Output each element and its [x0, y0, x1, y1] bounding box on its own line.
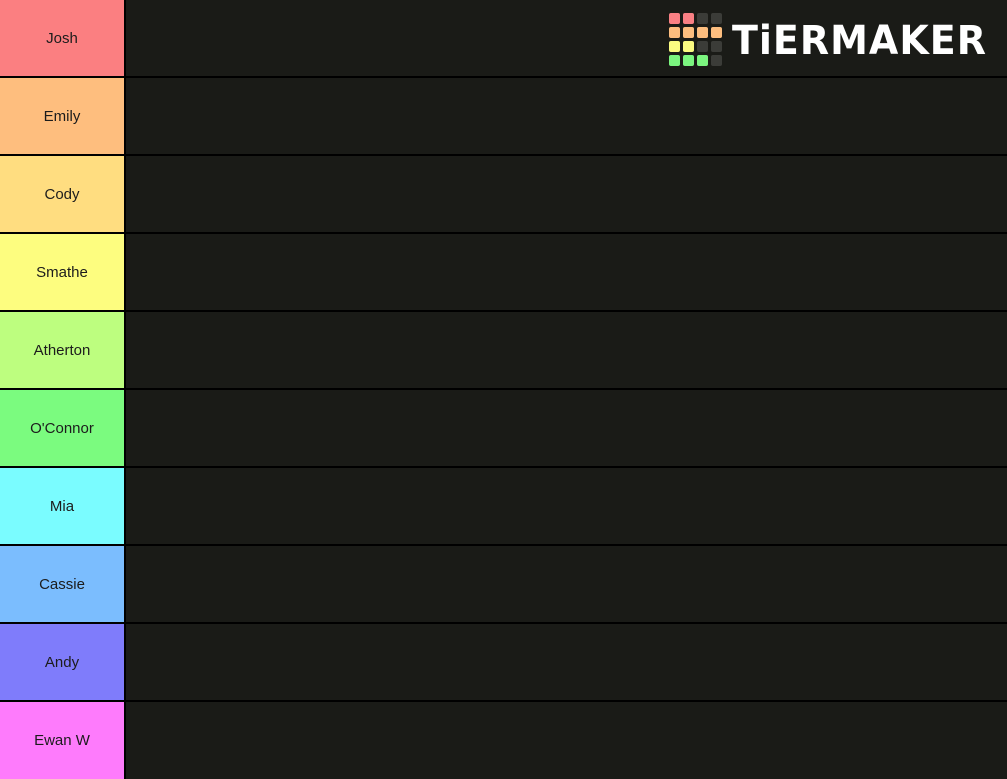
tier-dropzone-7[interactable]: [126, 546, 1007, 622]
tier-dropzone-3[interactable]: [126, 234, 1007, 310]
tier-dropzone-6[interactable]: [126, 468, 1007, 544]
logo-cell: [710, 27, 722, 38]
logo-cell: [710, 41, 722, 52]
tier-label-7[interactable]: Cassie: [0, 546, 126, 622]
tier-label-4[interactable]: Atherton: [0, 312, 126, 388]
logo-cell: [710, 13, 722, 24]
tier-dropzone-4[interactable]: [126, 312, 1007, 388]
tier-dropzone-1[interactable]: [126, 78, 1007, 154]
tier-label-0[interactable]: Josh: [0, 0, 126, 76]
tier-label-9[interactable]: Ewan W: [0, 702, 126, 779]
logo-cell: [668, 13, 680, 24]
logo-cell: [682, 13, 694, 24]
tier-row: Andy: [0, 624, 1007, 702]
tier-row: Josh TiERMAKER: [0, 0, 1007, 78]
tier-row: Smathe: [0, 234, 1007, 312]
tier-dropzone-5[interactable]: [126, 390, 1007, 466]
logo-cell: [696, 27, 708, 38]
tier-label-2[interactable]: Cody: [0, 156, 126, 232]
tier-label-1[interactable]: Emily: [0, 78, 126, 154]
logo-cell: [668, 55, 680, 66]
tier-label-6[interactable]: Mia: [0, 468, 126, 544]
logo-cell: [682, 41, 694, 52]
logo-cell: [682, 55, 694, 66]
tier-label-8[interactable]: Andy: [0, 624, 126, 700]
tier-dropzone-8[interactable]: [126, 624, 1007, 700]
tier-row: Mia: [0, 468, 1007, 546]
tier-dropzone-9[interactable]: [126, 702, 1007, 779]
tiermaker-logo: TiERMAKER: [668, 13, 987, 66]
logo-cell: [682, 27, 694, 38]
tier-row: Ewan W: [0, 702, 1007, 779]
tier-row: Cassie: [0, 546, 1007, 624]
tier-row: Emily: [0, 78, 1007, 156]
tier-label-5[interactable]: O'Connor: [0, 390, 126, 466]
tier-dropzone-0[interactable]: TiERMAKER: [126, 0, 1007, 76]
tierlist-container: Josh TiERMAKER Emily Cody Smathe Atherto…: [0, 0, 1007, 779]
logo-cell: [696, 13, 708, 24]
tier-row: Atherton: [0, 312, 1007, 390]
tier-label-3[interactable]: Smathe: [0, 234, 126, 310]
tier-row: Cody: [0, 156, 1007, 234]
tier-dropzone-2[interactable]: [126, 156, 1007, 232]
logo-cell: [696, 41, 708, 52]
tier-row: O'Connor: [0, 390, 1007, 468]
tiermaker-grid-logo-icon: [668, 13, 722, 66]
logo-cell: [668, 27, 680, 38]
logo-cell: [696, 55, 708, 66]
logo-cell: [710, 55, 722, 66]
tiermaker-wordmark: TiERMAKER: [731, 16, 987, 63]
logo-cell: [668, 41, 680, 52]
